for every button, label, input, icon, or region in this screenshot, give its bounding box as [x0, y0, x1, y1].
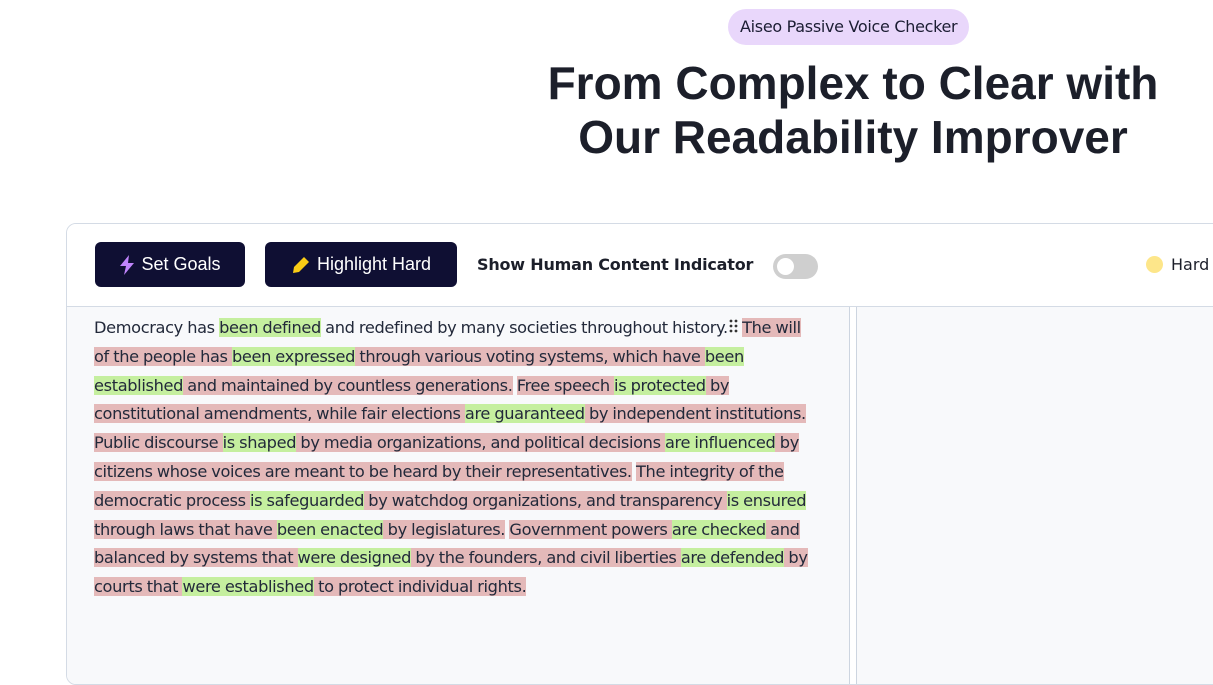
hard-sentence-highlight: Free speech: [516, 375, 615, 395]
hard-sentence-highlight: by legislatures.: [383, 519, 506, 539]
toolbar: Set Goals Highlight Hard Show Human Cont…: [67, 224, 1213, 307]
highlight-hard-button[interactable]: Highlight Hard: [265, 242, 457, 287]
hard-sentence-highlight: Government powers: [509, 519, 672, 539]
legend-hard-label: Hard: [1171, 255, 1210, 274]
highlight-hard-label: Highlight Hard: [316, 254, 432, 274]
results-pane: [857, 307, 1213, 684]
passive-voice-highlight: were designed: [297, 548, 412, 568]
lightning-bolt-icon: [119, 254, 135, 275]
drag-handle-icon[interactable]: [729, 314, 738, 343]
product-badge: Aiseo Passive Voice Checker: [728, 9, 970, 45]
page-title: From Complex to Clear with Our Readabili…: [500, 56, 1206, 164]
passive-voice-highlight: is safeguarded: [249, 490, 365, 510]
human-content-indicator-toggle[interactable]: [773, 254, 818, 279]
passive-voice-highlight: are influenced: [664, 433, 776, 453]
human-content-indicator-label: Show Human Content Indicator: [477, 255, 754, 274]
hard-sentence-highlight: through various voting systems, which ha…: [355, 346, 705, 366]
hard-sentence-highlight: by watchdog organizations, and transpare…: [364, 490, 727, 510]
page-title-line-1: From Complex to Clear with: [547, 57, 1159, 109]
passive-voice-highlight: are checked: [671, 519, 766, 539]
legend-hard: Hard: [1146, 255, 1209, 274]
hard-sentence-highlight: through laws that have: [94, 519, 277, 539]
highlighter-icon: [291, 255, 311, 275]
passive-voice-highlight: been enacted: [276, 519, 384, 539]
passive-voice-highlight: are guaranteed: [464, 404, 585, 424]
hard-sentence-highlight: to protect individual rights.: [313, 577, 527, 597]
hard-sentence-highlight: by media organizations, and political de…: [296, 433, 665, 453]
passive-voice-highlight: is ensured: [726, 490, 807, 510]
set-goals-button[interactable]: Set Goals: [95, 242, 245, 287]
passive-voice-highlight: were established: [182, 577, 314, 597]
set-goals-label: Set Goals: [141, 254, 221, 274]
hard-sentence-highlight: Public discourse: [94, 433, 223, 453]
hard-sentence-highlight: by the founders, and civil liberties: [411, 548, 681, 568]
checker-panel: Set Goals Highlight Hard Show Human Cont…: [66, 223, 1213, 685]
legend-dot-hard: [1146, 256, 1163, 273]
toggle-knob: [777, 258, 794, 275]
editor-content[interactable]: Democracy has been defined and redefined…: [94, 314, 814, 602]
passive-voice-highlight: are defended: [680, 548, 785, 568]
hard-sentence-highlight: by independent institutions.: [584, 404, 806, 424]
text-editor[interactable]: Democracy has been defined and redefined…: [67, 307, 850, 684]
passive-voice-highlight: is protected: [614, 375, 706, 395]
page-title-line-2: Our Readability Improver: [578, 111, 1128, 163]
text-segment: Democracy has: [94, 318, 220, 337]
hard-sentence-highlight: and maintained by countless generations.: [183, 375, 513, 395]
passive-voice-highlight: been expressed: [231, 346, 356, 366]
text-segment: and redefined by many societies througho…: [320, 318, 728, 337]
passive-voice-highlight: is shaped: [222, 433, 297, 453]
passive-voice-highlight: been defined: [219, 318, 321, 337]
